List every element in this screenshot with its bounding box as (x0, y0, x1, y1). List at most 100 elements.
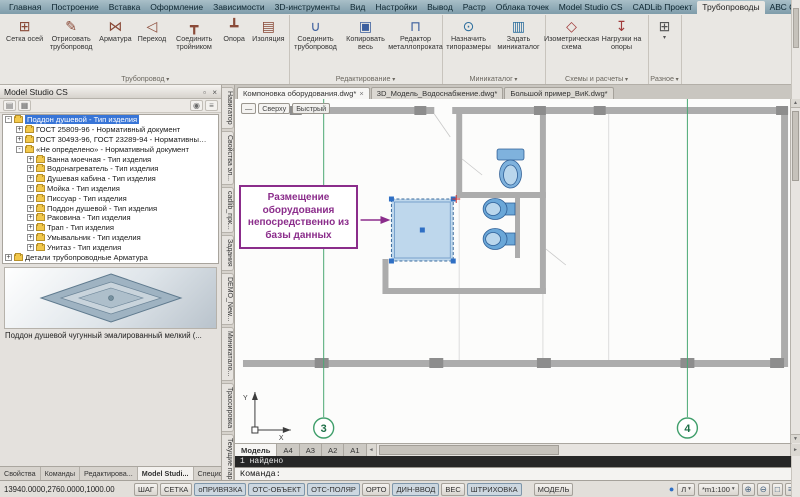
layout-tab[interactable]: А2 (322, 444, 344, 456)
drawing-canvas[interactable]: 3 4 (235, 99, 800, 443)
status-toggle-button[interactable]: оПРИВЯЗКА (194, 483, 246, 496)
layout-tab[interactable]: А3 (300, 444, 322, 456)
ribbon-button[interactable]: ↧ Нагрузки на опоры (597, 15, 647, 53)
palette-tab[interactable]: Model Studi... (138, 467, 194, 480)
palette-tab[interactable]: Команды (41, 467, 80, 480)
ribbon-tab[interactable]: CADLib Проект (628, 1, 698, 14)
zoom-window-icon[interactable]: □ (772, 483, 783, 496)
tree-expander-icon[interactable]: + (16, 136, 23, 143)
ribbon-tab[interactable]: Настройки (370, 1, 422, 14)
ribbon-tab[interactable]: Трубопроводы (697, 1, 764, 14)
scroll-down-icon[interactable]: ▼ (791, 434, 800, 443)
vertical-scrollbar[interactable]: ▲ ▼ (790, 99, 800, 443)
document-tab[interactable]: Большой пример_ВиК.dwg* × (504, 87, 613, 99)
ribbon-group-title[interactable]: Разное (650, 73, 680, 84)
ribbon-button[interactable]: ∪ Соединить трубопровод (291, 15, 341, 53)
equipment-tree[interactable]: - Поддон душевой - Тип изделия + ГОСТ 25… (2, 114, 219, 264)
tree-expander-icon[interactable]: + (5, 254, 12, 261)
annotation-scale-button[interactable]: *m1:100 ▾ (698, 483, 739, 496)
status-toggle-button[interactable]: ШТРИХОВКА (467, 483, 522, 496)
sink-fixtures[interactable] (483, 199, 515, 250)
ribbon-button[interactable]: ⊞ Сетка осей (3, 15, 46, 44)
ribbon-tab[interactable]: Облака точек (491, 1, 554, 14)
horizontal-scrollbar-thumb[interactable] (379, 445, 559, 455)
tree-expander-icon[interactable]: + (16, 126, 23, 133)
document-tab[interactable]: 3D_Модель_Водоснабжение.dwg* × (371, 87, 504, 99)
vertical-scrollbar-thumb[interactable] (792, 111, 799, 181)
tree-item[interactable]: - «Не определено» - Нормативный документ (3, 144, 209, 154)
tree-expander-icon[interactable]: + (27, 224, 34, 231)
ribbon-tab[interactable]: Растр (458, 1, 491, 14)
ribbon-button[interactable]: ⊓ Редактор металлопроката (391, 15, 441, 53)
side-palette-tab[interactable]: cadlib_прк... (222, 187, 234, 234)
layout-tab[interactable]: А4 (277, 444, 299, 456)
status-toggle-button[interactable]: СЕТКА (160, 483, 192, 496)
ribbon-tab[interactable]: Зависимости (208, 1, 270, 14)
viewport-minimize-icon[interactable]: — (241, 103, 256, 114)
pin-icon[interactable]: ▫ (203, 88, 206, 97)
status-toggle-button[interactable]: ОРТО (362, 483, 391, 496)
tree-expander-icon[interactable]: + (27, 165, 34, 172)
tree-item[interactable]: - Поддон душевой - Тип изделия (3, 115, 209, 125)
tree-expander-icon[interactable]: + (27, 185, 34, 192)
visibility-filter-icon[interactable]: ◉ (190, 100, 203, 111)
view-mode-icon[interactable]: ▦ (18, 100, 31, 111)
side-palette-tab[interactable]: Трассировка (222, 383, 234, 432)
ribbon-button[interactable]: ⋈ Арматура (96, 15, 134, 44)
tree-item[interactable]: + Раковина - Тип изделия (3, 213, 209, 223)
viewport-style-dropdown[interactable]: Быстрый (292, 103, 330, 114)
tree-expander-icon[interactable]: - (16, 146, 23, 153)
side-palette-tab[interactable]: Миникатало... (222, 327, 234, 380)
status-toggle-button[interactable]: ОТС-ОБЪЕКТ (248, 483, 305, 496)
ribbon-button[interactable]: ┳ Соединить тройником (169, 15, 219, 53)
ribbon-button[interactable]: ◇ Изометрическая схема (547, 15, 597, 53)
ribbon-tab[interactable]: Оформление (145, 1, 208, 14)
zoom-in-icon[interactable]: ⊕ (742, 483, 755, 496)
tree-expander-icon[interactable]: + (27, 214, 34, 221)
ribbon-button[interactable]: ✎ Отрисовать трубопровод (46, 15, 96, 53)
tree-item[interactable]: + Детали трубопроводные Арматура (3, 252, 209, 262)
palette-tab[interactable]: Редактирова... (80, 467, 138, 480)
side-palette-tab[interactable]: Свойства эл... (222, 131, 234, 185)
ribbon-button[interactable]: ▥ Задать миникаталог (494, 15, 544, 53)
layout-tab[interactable]: Модель (235, 444, 277, 456)
tree-item[interactable]: + ГОСТ 25809-96 - Нормативный документ (3, 125, 209, 135)
side-palette-tab[interactable]: Задания (222, 235, 234, 271)
ribbon-tab[interactable]: Построение (46, 1, 103, 14)
notification-icon[interactable]: ● (669, 484, 674, 494)
tree-item[interactable]: + Душевая кабина - Тип изделия (3, 174, 209, 184)
tree-item[interactable]: + Умывальник - Тип изделия (3, 233, 209, 243)
scroll-left-icon[interactable]: ◄ (367, 444, 377, 456)
viewport-view-dropdown[interactable]: Сверху (258, 103, 290, 114)
ribbon-tab[interactable]: Вывод (422, 1, 458, 14)
ribbon-button[interactable]: ▣ Копировать весь (341, 15, 391, 53)
layout-tab[interactable]: А1 (344, 444, 366, 456)
ribbon-group-title[interactable]: Схемы и расчеты (547, 73, 647, 84)
tree-item[interactable]: + Поддон душевой - Тип изделия (3, 203, 209, 213)
add-folder-icon[interactable]: ▤ (3, 100, 16, 111)
model-space-button[interactable]: МОДЕЛЬ (534, 483, 574, 496)
status-toggle-button[interactable]: ВЕС (441, 483, 464, 496)
tree-expander-icon[interactable]: - (5, 116, 12, 123)
scroll-up-icon[interactable]: ▲ (791, 99, 800, 108)
tree-expander-icon[interactable]: + (27, 244, 34, 251)
ribbon-button[interactable]: ▤ Изоляция (249, 15, 287, 44)
tree-expander-icon[interactable]: + (27, 234, 34, 241)
toilet-fixture[interactable] (497, 149, 524, 188)
ribbon-group-title[interactable]: Трубопровод (3, 73, 288, 84)
tree-scrollbar-thumb[interactable] (793, 8, 799, 48)
ribbon-group-title[interactable]: Миникаталог (444, 73, 544, 84)
palette-tab[interactable]: Свойства (0, 467, 41, 480)
tree-item[interactable]: + Унитаз - Тип изделия (3, 242, 209, 252)
tree-item[interactable]: + Водонагреватель - Тип изделия (3, 164, 209, 174)
ribbon-button[interactable]: ┻ Опора (219, 15, 249, 44)
palette-tab[interactable]: Специфика... (194, 467, 222, 480)
side-palette-tab[interactable]: DEMO_New... (222, 273, 234, 325)
command-input[interactable]: Команда: (235, 467, 800, 480)
document-tab[interactable]: Компоновка оборудования.dwg* × (237, 87, 370, 99)
tree-item[interactable]: + Мойка - Тип изделия (3, 184, 209, 194)
tree-item[interactable]: + Писсуар - Тип изделия (3, 193, 209, 203)
tree-item[interactable]: + Ванна моечная - Тип изделия (3, 154, 209, 164)
layer-list-icon[interactable]: ≡ (205, 100, 218, 111)
ribbon-tab[interactable]: 3D-инструменты (270, 1, 345, 14)
